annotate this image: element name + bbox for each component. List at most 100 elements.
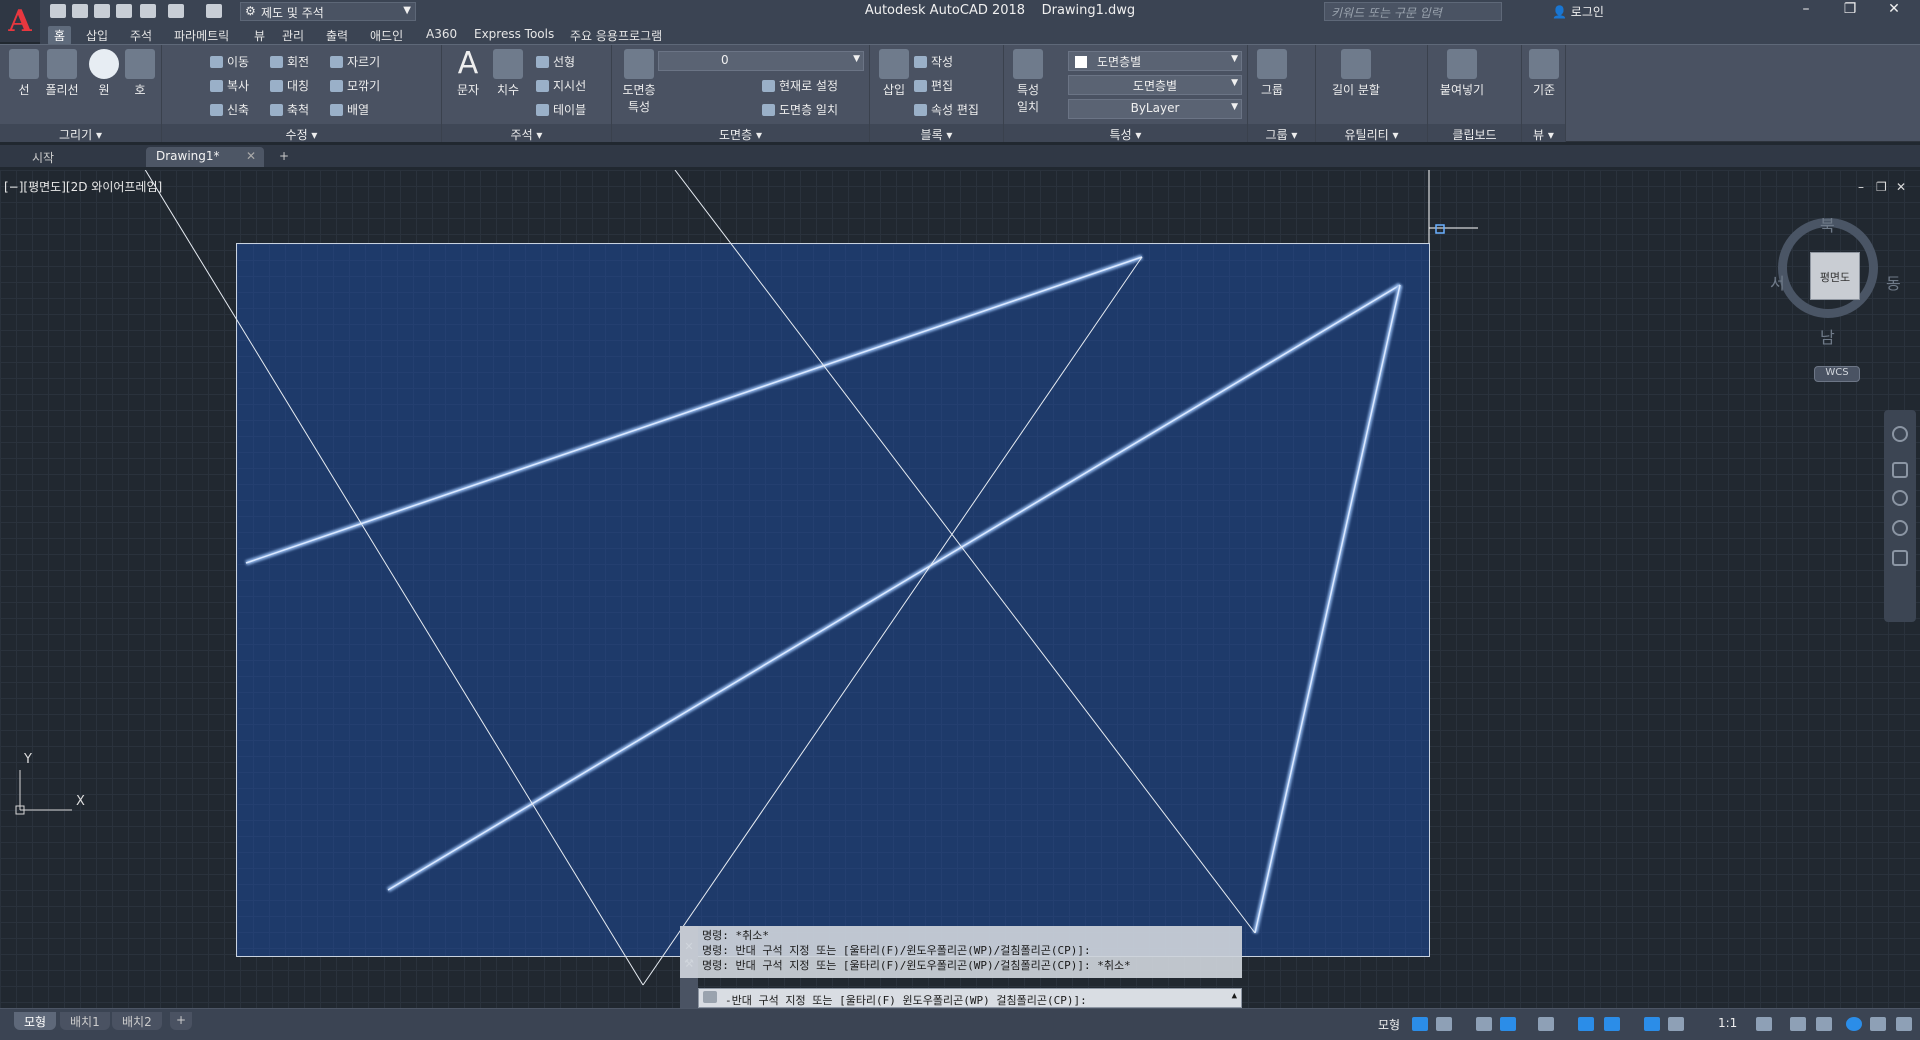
restore-button[interactable]: ❐ xyxy=(1828,1,1872,23)
groups-panel-title[interactable]: 그룹 ▾ xyxy=(1248,124,1315,142)
annotation-panel-title[interactable]: 주석 ▾ xyxy=(442,124,611,142)
annotation-visibility-icon[interactable] xyxy=(1644,1017,1660,1031)
polar-tracking-icon[interactable] xyxy=(1500,1017,1516,1031)
color-dropdown[interactable]: 도면층별 ▼ xyxy=(1068,51,1242,71)
print-icon[interactable] xyxy=(140,4,156,18)
mirror-button[interactable]: 대칭 xyxy=(270,77,309,94)
text-button[interactable]: A 문자 xyxy=(446,49,490,98)
match-layer-button[interactable]: 도면층 일치 xyxy=(762,101,838,118)
create-block-button[interactable]: 작성 xyxy=(914,53,953,70)
tab-model[interactable]: 모형 xyxy=(14,1012,57,1030)
tab-manage[interactable]: 관리 xyxy=(276,26,310,45)
match-properties-button[interactable]: 특성 일치 xyxy=(1006,49,1050,115)
wcs-menu-button[interactable]: WCS xyxy=(1814,366,1860,382)
isolate-objects-icon[interactable] xyxy=(1846,1017,1862,1031)
polyline-button[interactable]: 폴리선 xyxy=(40,49,84,98)
application-menu-button[interactable]: A xyxy=(0,0,40,42)
tab-drawing1[interactable]: Drawing1* ✕ xyxy=(146,147,264,167)
auto-scale-icon[interactable] xyxy=(1668,1017,1684,1031)
redo-icon[interactable] xyxy=(206,4,222,18)
layer-dropdown[interactable]: 0 ▼ xyxy=(658,51,864,71)
command-prompt-icon[interactable] xyxy=(703,991,717,1003)
tab-annotate[interactable]: 주석 xyxy=(124,26,158,45)
compass-east[interactable]: 동 xyxy=(1886,270,1901,294)
drawn-line[interactable] xyxy=(642,256,1143,986)
compass-north[interactable]: 북 xyxy=(1820,212,1835,236)
modify-panel-title[interactable]: 수정 ▾ xyxy=(162,124,441,142)
tab-layout1[interactable]: 배치1 xyxy=(60,1012,110,1030)
array-button[interactable]: 배열 xyxy=(330,101,369,118)
minimize-button[interactable]: – xyxy=(1784,1,1828,23)
viewcube-top-face[interactable]: 평면도 xyxy=(1810,252,1860,300)
isodraft-icon[interactable] xyxy=(1538,1017,1554,1031)
properties-panel-title[interactable]: 특성 ▾ xyxy=(1004,124,1247,142)
new-file-icon[interactable] xyxy=(50,4,66,18)
tab-addins[interactable]: 애드인 xyxy=(364,26,409,45)
linear-dim-button[interactable]: 선형 xyxy=(536,53,575,70)
tab-insert[interactable]: 삽입 xyxy=(80,26,114,45)
trim-button[interactable]: 자르기 xyxy=(330,53,380,70)
edit-attributes-button[interactable]: 속성 편집 xyxy=(914,101,979,118)
object-snap-icon[interactable] xyxy=(1604,1017,1620,1031)
tab-express-tools[interactable]: Express Tools xyxy=(468,26,560,42)
measure-button[interactable]: 길이 분할 xyxy=(1326,49,1386,98)
table-button[interactable]: 테이블 xyxy=(536,101,586,118)
utilities-panel-title[interactable]: 유틸리티 ▾ xyxy=(1316,124,1427,142)
annotation-monitor-icon[interactable] xyxy=(1790,1017,1806,1031)
clipboard-panel-title[interactable]: 클립보드 xyxy=(1428,124,1521,142)
compass-south[interactable]: 남 xyxy=(1820,324,1835,348)
view-panel-title[interactable]: 뷰 ▾ xyxy=(1522,124,1565,142)
scale-button[interactable]: 축척 xyxy=(270,101,309,118)
snap-icon[interactable] xyxy=(1436,1017,1452,1031)
stretch-button[interactable]: 신축 xyxy=(210,101,249,118)
tab-view[interactable]: 뷰 xyxy=(248,26,271,45)
layers-panel-title[interactable]: 도면층 ▾ xyxy=(612,124,869,142)
open-file-icon[interactable] xyxy=(72,4,88,18)
chevron-up-icon[interactable]: ▲ xyxy=(1232,991,1237,1001)
make-current-button[interactable]: 현재로 설정 xyxy=(762,77,838,94)
tab-parametric[interactable]: 파라메트릭 xyxy=(168,26,235,45)
workspace-switching-icon[interactable] xyxy=(1756,1017,1772,1031)
steering-wheel-icon[interactable] xyxy=(1892,426,1908,442)
close-icon[interactable]: ✕ xyxy=(246,149,256,163)
search-input[interactable]: 키워드 또는 구문 입력 xyxy=(1324,2,1502,21)
units-icon[interactable] xyxy=(1816,1017,1832,1031)
add-layout-button[interactable]: + xyxy=(170,1012,193,1030)
zoom-icon[interactable] xyxy=(1892,490,1908,506)
dimension-button[interactable]: 치수 xyxy=(486,49,530,98)
tab-home[interactable]: 홈 xyxy=(48,26,72,45)
save-icon[interactable] xyxy=(94,4,110,18)
rotate-button[interactable]: 회전 xyxy=(270,53,309,70)
tab-output[interactable]: 출력 xyxy=(320,26,354,45)
linetype-dropdown[interactable]: 도면층별 ▼ xyxy=(1068,75,1242,95)
new-tab-button[interactable]: + xyxy=(272,147,298,167)
showmotion-icon[interactable] xyxy=(1892,550,1908,566)
leader-button[interactable]: 지시선 xyxy=(536,77,586,94)
model-space-button[interactable]: 모형 xyxy=(1378,1016,1400,1033)
close-button[interactable]: ✕ xyxy=(1872,1,1916,23)
block-panel-title[interactable]: 블록 ▾ xyxy=(870,124,1003,142)
paste-button[interactable]: 붙여넣기 xyxy=(1432,49,1492,98)
workspace-select[interactable]: ⚙ 제도 및 주석 ▼ xyxy=(240,2,416,21)
pan-icon[interactable] xyxy=(1892,462,1908,478)
ortho-icon[interactable] xyxy=(1476,1017,1492,1031)
tab-featured-apps[interactable]: 주요 응용프로그램 xyxy=(564,26,668,45)
compass-west[interactable]: 서 xyxy=(1770,270,1785,294)
base-view-button[interactable]: 기준 xyxy=(1522,49,1566,98)
drawing-viewport[interactable]: [−][평면도][2D 와이어프레임] – ❐ ✕ Y X 평면도 북 남 동 … xyxy=(0,170,1920,1008)
insert-block-button[interactable]: 삽입 xyxy=(872,49,916,98)
lineweight-dropdown[interactable]: ByLayer ▼ xyxy=(1068,99,1242,119)
tab-a360[interactable]: A360 xyxy=(420,26,463,42)
drawn-line[interactable] xyxy=(138,170,644,986)
orbit-icon[interactable] xyxy=(1892,520,1908,536)
fillet-button[interactable]: 모깎기 xyxy=(330,77,380,94)
undo-icon[interactable] xyxy=(168,4,184,18)
group-button[interactable]: 그룹 xyxy=(1250,49,1294,98)
drawn-line[interactable] xyxy=(674,170,1256,934)
draw-panel-title[interactable]: 그리기 ▾ xyxy=(0,124,161,142)
object-snap-tracking-icon[interactable] xyxy=(1578,1017,1594,1031)
edit-block-button[interactable]: 편집 xyxy=(914,77,953,94)
grid-icon[interactable] xyxy=(1412,1017,1428,1031)
login-button[interactable]: 👤 로그인 xyxy=(1552,3,1604,20)
customization-menu-icon[interactable] xyxy=(1896,1017,1912,1031)
